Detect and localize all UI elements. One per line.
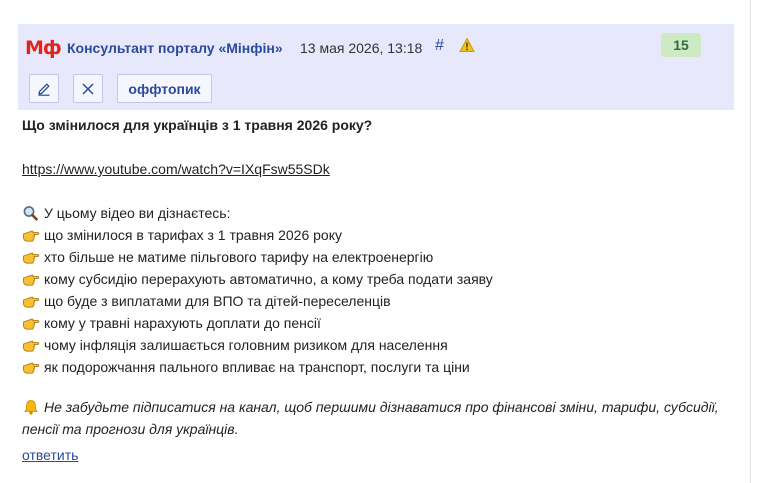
offtopic-button[interactable]: оффтопик <box>117 74 212 103</box>
intro-line: У цьому відео ви дізнаєтесь: <box>22 202 732 224</box>
bullet-item: кому у травні нарахують доплати до пенсі… <box>22 312 732 334</box>
score-badge: 15 <box>661 33 701 57</box>
bullet-text: кому у травні нарахують доплати до пенсі… <box>44 315 321 331</box>
bullet-list: що змінилося в тарифах з 1 травня 2026 р… <box>22 224 732 378</box>
delete-button[interactable] <box>73 74 103 103</box>
bullet-item: кому субсидію перерахують автоматично, а… <box>22 268 732 290</box>
edit-button[interactable] <box>29 74 59 103</box>
bullet-item: хто більше не матиме пільгового тарифу н… <box>22 246 732 268</box>
reply-link[interactable]: ответить <box>22 447 78 463</box>
warning-icon[interactable] <box>459 37 475 53</box>
magnifier-icon <box>23 206 38 221</box>
video-link[interactable]: https://www.youtube.com/watch?v=IXqFsw55… <box>22 161 330 177</box>
footer-text-2: пенсії та прогнози для українців. <box>22 421 239 437</box>
bullet-item: що змінилося в тарифах з 1 травня 2026 р… <box>22 224 732 246</box>
pencil-icon <box>38 83 50 96</box>
permalink-hash[interactable]: # <box>435 37 444 55</box>
footer-line-1: Не забудьте підписатися на канал, щоб пе… <box>22 396 732 418</box>
footer-text-1: Не забудьте підписатися на канал, щоб пе… <box>44 399 719 415</box>
bullet-text: хто більше не матиме пільгового тарифу н… <box>44 249 434 265</box>
pointing-hand-icon <box>23 274 40 286</box>
pointing-hand-icon <box>23 362 40 374</box>
author-name-link[interactable]: Консультант порталу «Мінфін» <box>67 40 283 56</box>
bullet-text: чому інфляція залишається головним ризик… <box>44 337 448 353</box>
bullet-item: що буде з виплатами для ВПО та дітей-пер… <box>22 290 732 312</box>
pointing-hand-icon <box>23 340 40 352</box>
bullet-text: що буде з виплатами для ВПО та дітей-пер… <box>44 293 391 309</box>
bell-icon <box>24 400 38 415</box>
pointing-hand-icon <box>23 296 40 308</box>
bullet-text: що змінилося в тарифах з 1 травня 2026 р… <box>44 227 342 243</box>
post-header: Мф Консультант порталу «Мінфін» 13 мая 2… <box>18 24 734 110</box>
bullet-text: кому субсидію перерахують автоматично, а… <box>44 271 493 287</box>
pointing-hand-icon <box>23 252 40 264</box>
bullet-text: як подорожчання пального впливає на тран… <box>44 359 470 375</box>
post-body: Що змінилося для українців з 1 травня 20… <box>22 114 732 466</box>
close-icon <box>82 82 94 95</box>
post-title: Що змінилося для українців з 1 травня 20… <box>22 117 373 133</box>
minfin-logo: Мф <box>25 37 62 59</box>
post-date: 13 мая 2026, 13:18 <box>300 40 423 56</box>
pointing-hand-icon <box>23 318 40 330</box>
bullet-item: як подорожчання пального впливає на тран… <box>22 356 732 378</box>
bullet-item: чому інфляція залишається головним ризик… <box>22 334 732 356</box>
intro-text: У цьому відео ви дізнаєтесь: <box>44 205 231 221</box>
pointing-hand-icon <box>23 230 40 242</box>
right-divider <box>750 0 751 483</box>
